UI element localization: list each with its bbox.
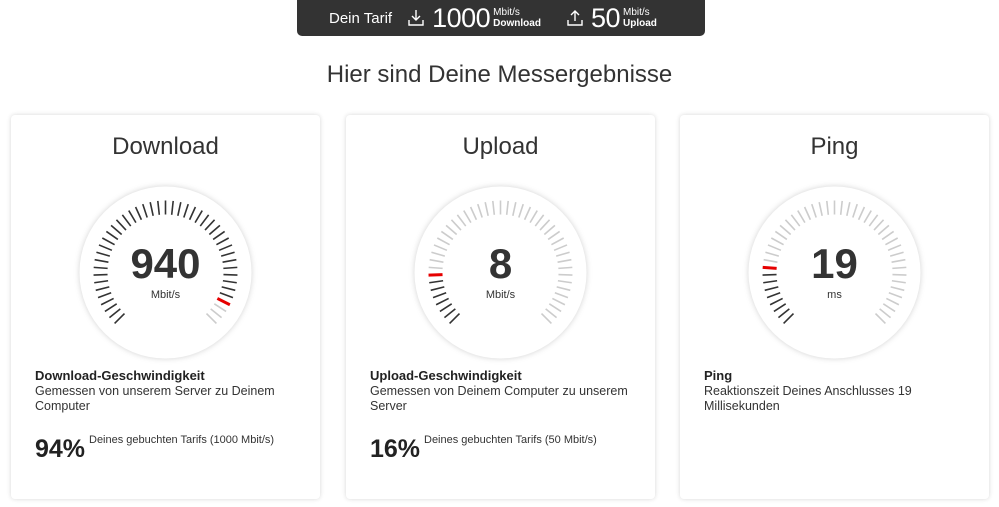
tariff-upload-unit: Mbit/s <box>623 7 650 18</box>
gauge-value: 8 <box>488 240 513 287</box>
metric-description: Reaktionszeit Deines Anschlusses 19 Mill… <box>704 384 912 413</box>
page-title: Hier sind Deine Messergebnisse <box>326 61 673 88</box>
gauge-unit: Mbit/s <box>150 289 181 301</box>
upload-icon <box>565 8 585 28</box>
tariff-download-direction: Download <box>493 18 541 29</box>
card-title: Upload <box>462 133 539 160</box>
card-title: Download <box>112 133 219 160</box>
gauge-value: 19 <box>811 240 858 287</box>
download-card: Download 940 Mbit/s Download-Geschwindig… <box>11 115 320 499</box>
tariff-download-units: Mbit/s Download <box>493 7 541 29</box>
tariff-label: Dein Tarif <box>329 9 393 27</box>
metric-title: Download-Geschwindigkeit <box>35 368 205 383</box>
tariff-upload-direction: Upload <box>623 18 657 29</box>
gauge-value: 940 <box>130 240 201 287</box>
metric-percent: 94% <box>35 435 86 463</box>
tariff-download-unit: Mbit/s <box>493 7 520 18</box>
upload-card: Upload 8 Mbit/s Upload-Geschwindigkeit G… <box>346 115 655 499</box>
download-icon <box>406 8 426 28</box>
card-title: Ping <box>810 133 859 160</box>
ping-gauge: 19 ms <box>747 185 922 360</box>
metric-description: Gemessen von Deinem Computer zu unserem … <box>370 384 628 413</box>
gauge-unit: ms <box>827 289 842 301</box>
metric-title: Upload-Geschwindigkeit <box>370 368 522 383</box>
tariff-bar: Dein Tarif 1000 Mbit/s Download 50 Mbit/… <box>297 0 705 36</box>
tariff-upload-units: Mbit/s Upload <box>623 7 657 29</box>
tariff-upload: 50 Mbit/s Upload <box>565 3 681 34</box>
metric-percent-label: Deines gebuchten Tarifs (50 Mbit/s) <box>424 434 597 446</box>
ping-card: Ping 19 ms Ping Reaktionszeit Deines Ans… <box>680 115 989 499</box>
tariff-download-value: 1000 <box>432 2 491 33</box>
download-gauge: 940 Mbit/s <box>78 185 253 360</box>
tariff-upload-value: 50 <box>590 2 621 33</box>
metric-percent-label: Deines gebuchten Tarifs (1000 Mbit/s) <box>89 434 275 446</box>
tariff-download: 1000 Mbit/s Download <box>406 3 565 34</box>
upload-gauge: 8 Mbit/s <box>413 185 588 360</box>
metric-title: Ping <box>704 368 733 383</box>
metric-description: Gemessen von unserem Server zu Deinem Co… <box>35 384 275 413</box>
metric-percent: 16% <box>370 435 421 463</box>
gauge-unit: Mbit/s <box>485 289 516 301</box>
